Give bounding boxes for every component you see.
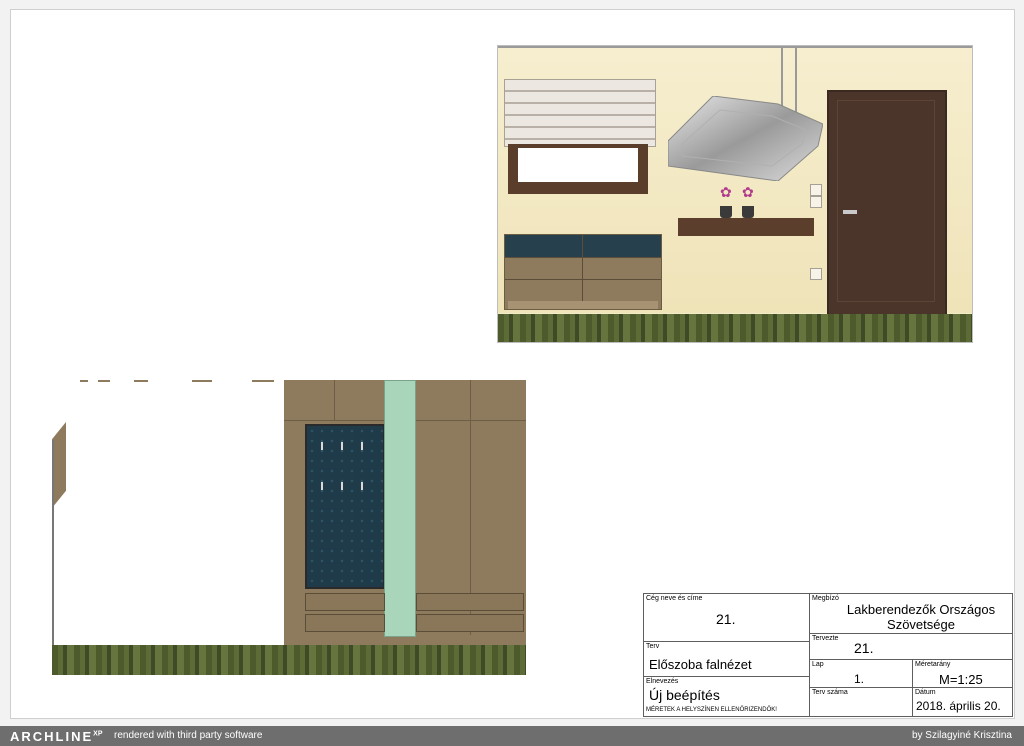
designer-value: 21.: [854, 640, 874, 656]
cabinet-divider: [505, 279, 661, 280]
wall-elevation-top: ✿ ✿: [497, 45, 973, 343]
cabinet-divider: [582, 235, 583, 301]
window-glass: [518, 148, 638, 182]
coat-hook: [321, 442, 323, 450]
orchid-plant: ✿: [742, 184, 754, 200]
roman-blind: [504, 79, 656, 147]
wardrobe-seam: [334, 380, 335, 420]
wall-shelf: [678, 218, 814, 236]
designer-cell: Tervezte 21.: [809, 633, 1013, 660]
side-panel: [52, 422, 66, 508]
name-value: Új beépítés: [649, 687, 720, 703]
company-cell: Cég neve és címe 21.: [643, 593, 810, 642]
outline-dash: [80, 380, 88, 382]
built-in-wardrobe: [284, 380, 526, 645]
footer-bar: ARCHLINEXP rendered with third party sof…: [0, 726, 1024, 746]
coat-hook: [341, 442, 343, 450]
wardrobe-drawer: [305, 614, 385, 632]
company-label: Cég neve és címe: [646, 595, 703, 602]
plant-pot: [742, 206, 754, 218]
plan-number-label: Terv száma: [812, 689, 848, 696]
window: [508, 144, 648, 194]
plan-value: Előszoba falnézet: [649, 657, 752, 672]
wardrobe-drawer: [305, 593, 385, 611]
designer-label: Tervezte: [812, 635, 839, 642]
sheet-cell: Lap 1.: [809, 659, 913, 688]
orchid-plant: ✿: [720, 184, 732, 200]
archline-logo: ARCHLINEXP: [10, 729, 103, 744]
client-value: Lakberendezők Országos Szövetsége: [846, 602, 996, 632]
company-value: 21.: [716, 611, 736, 627]
date-cell: Dátum 2018. április 20.: [912, 687, 1013, 717]
cabinet-base: [508, 301, 658, 309]
mirror-panel: [668, 96, 823, 181]
cabinet-divider: [505, 257, 661, 258]
sheet-value: 1.: [854, 672, 865, 686]
plan-label: Terv: [646, 643, 660, 650]
glass-strip: [384, 380, 416, 637]
wall-switch: [810, 184, 822, 196]
outline-dash: [252, 380, 274, 382]
wall-switch: [810, 196, 822, 208]
wall-socket: [810, 268, 822, 280]
outline-dash: [134, 380, 148, 382]
wardrobe-drawer: [416, 593, 524, 611]
outline-dash: [98, 380, 110, 382]
name-cell: Elnevezés Új beépítés MÉRETEK A HELYSZÍN…: [643, 676, 810, 717]
wardrobe-drawer: [416, 614, 524, 632]
wall-edge-line: [52, 440, 54, 645]
floor-strip: [52, 645, 526, 675]
coat-hook: [361, 442, 363, 450]
cabinet-top-drawer: [505, 235, 661, 257]
scale-value: M=1:25: [939, 672, 983, 687]
door-panel: [837, 100, 935, 302]
date-value: 2018. április 20.: [916, 699, 1001, 713]
scale-cell: Méretarány M=1:25: [912, 659, 1013, 688]
door-handle: [843, 210, 857, 214]
scale-label: Méretarány: [915, 661, 951, 668]
name-label: Elnevezés: [646, 678, 679, 685]
coat-hook: [361, 482, 363, 490]
plan-cell: Terv Előszoba falnézet: [643, 641, 810, 677]
outline-dash: [192, 380, 212, 382]
title-block: Cég neve és címe 21. Megbízó Lakberendez…: [643, 593, 1013, 717]
floor-strip: [498, 314, 972, 342]
sheet-label: Lap: [812, 661, 824, 668]
logo-text: ARCHLINE: [10, 729, 94, 744]
client-label: Megbízó: [812, 595, 839, 602]
rendered-note: rendered with third party software: [114, 730, 263, 741]
low-cabinet: [504, 234, 662, 310]
entrance-door: [827, 90, 947, 316]
plant-pot: [720, 206, 732, 218]
client-cell: Megbízó Lakberendezők Országos Szövetség…: [809, 593, 1013, 634]
logo-suffix: XP: [93, 730, 103, 738]
measurement-note: MÉRETEK A HELYSZÍNEN ELLENŐRIZENDŐK!: [646, 707, 777, 713]
upholstered-panel: [305, 424, 385, 589]
date-label: Dátum: [915, 689, 936, 696]
coat-hook: [341, 482, 343, 490]
wall-elevation-bottom: [52, 380, 526, 675]
author-credit: by Szilagyiné Krisztina: [911, 730, 1012, 741]
coat-hook: [321, 482, 323, 490]
plan-number-cell: Terv száma: [809, 687, 913, 717]
